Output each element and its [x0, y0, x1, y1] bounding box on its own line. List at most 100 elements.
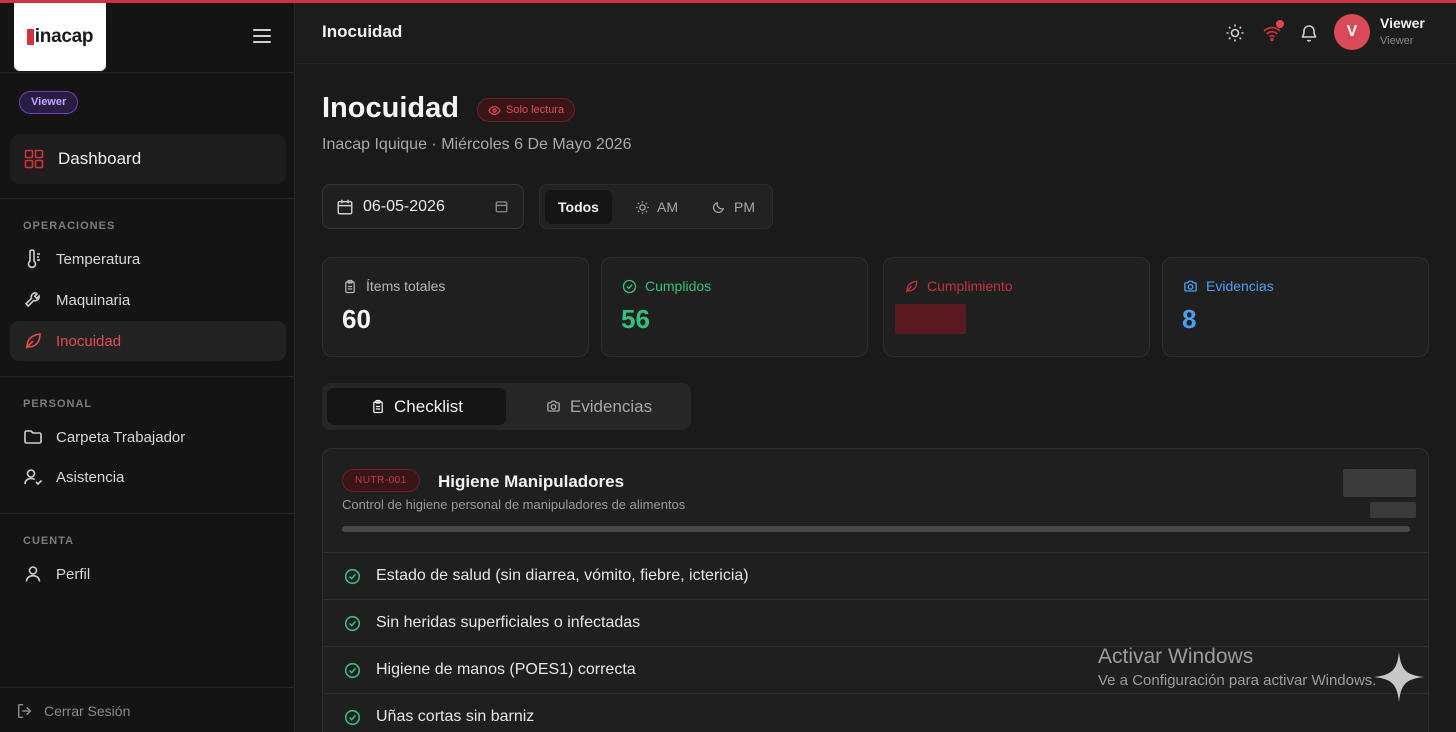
logo-text: inacap [34, 26, 94, 47]
sidebar-item-label: Temperatura [56, 250, 141, 268]
user-name: Viewer [1380, 15, 1425, 31]
shift-filter-label: AM [657, 199, 678, 215]
eye-icon [487, 103, 501, 117]
leaf-icon [23, 331, 43, 351]
folder-icon [23, 427, 43, 447]
section-title-operaciones: OPERACIONES [23, 220, 116, 232]
checklist-description: Control de higiene personal de manipulad… [342, 497, 686, 512]
redacted-score [1343, 469, 1416, 497]
stat-label-text: Ítems totales [366, 278, 446, 294]
sun-icon [634, 199, 650, 215]
stat-label: Cumplidos [621, 278, 711, 294]
checklist-item-label: Higiene de manos (POES1) correcta [376, 661, 636, 678]
header-title: Inocuidad [322, 22, 403, 41]
tab-label: Checklist [394, 396, 463, 416]
stat-value: 8 [1182, 304, 1197, 334]
shift-filter: Todos AM PM [539, 184, 773, 229]
logout-icon [15, 701, 35, 721]
menu-toggle-icon[interactable] [253, 29, 271, 43]
windows-activation-watermark: Activar Windows Ve a Configuración para … [1098, 645, 1376, 689]
sidebar-divider [0, 687, 295, 688]
watermark-title: Activar Windows [1098, 645, 1254, 668]
stat-label: Evidencias [1182, 278, 1274, 294]
page-subtitle: Inacap Iquique · Miércoles 6 De Mayo 202… [322, 136, 632, 153]
stat-card-cumplimiento: Cumplimiento [883, 257, 1150, 357]
stat-label-text: Cumplimiento [927, 278, 1013, 294]
stat-value: 60 [342, 304, 371, 334]
check-circle-icon [342, 613, 362, 633]
sidebar-item-maquinaria[interactable]: Maquinaria [10, 280, 286, 320]
sidebar-divider [0, 198, 295, 199]
sidebar-item-asistencia[interactable]: Asistencia [10, 457, 286, 497]
stat-card-items-totales: Ítems totales 60 [322, 257, 589, 357]
status-dot [1276, 20, 1284, 28]
camera-icon [1182, 278, 1198, 294]
sidebar-item-inocuidad[interactable]: Inocuidad [10, 321, 286, 361]
sidebar-item-dashboard[interactable]: Dashboard [10, 134, 286, 184]
shift-filter-label: Todos [558, 199, 599, 215]
thermometer-icon [23, 249, 43, 269]
date-picker-input[interactable]: 06-05-2026 [322, 184, 524, 229]
shift-filter-am[interactable]: AM [620, 190, 692, 224]
logout-button[interactable]: Cerrar Sesión [15, 701, 130, 721]
sparkle-icon[interactable] [1372, 650, 1426, 709]
sidebar-item-label: Maquinaria [56, 291, 131, 309]
user-icon [23, 564, 43, 584]
sidebar-item-label: Asistencia [56, 468, 125, 486]
section-title-personal: PERSONAL [23, 398, 93, 410]
checklist-progress-bar [342, 526, 1410, 532]
theme-toggle-sun-icon[interactable] [1224, 22, 1246, 44]
stat-label-text: Cumplidos [645, 278, 712, 294]
avatar[interactable]: V [1334, 14, 1370, 50]
role-badge: Viewer [19, 91, 79, 114]
shift-filter-pm[interactable]: PM [698, 190, 768, 224]
tab-evidencias[interactable]: Evidencias [512, 388, 686, 425]
sidebar: inacap Viewer Dashboard OPERACIONES Temp… [0, 0, 295, 732]
sidebar-item-carpeta-trabajador[interactable]: Carpeta Trabajador [10, 417, 286, 457]
sidebar-divider [0, 513, 295, 514]
stat-card-evidencias: Evidencias 8 [1162, 257, 1429, 357]
user-role: Viewer [1380, 35, 1414, 47]
checklist-item[interactable]: Sin heridas superficiales o infectadas [323, 599, 1428, 646]
checklist-title: Higiene Manipuladores [438, 472, 625, 491]
sidebar-item-label: Inocuidad [56, 332, 122, 350]
watermark-subtitle: Ve a Configuración para activar Windows. [1098, 672, 1377, 689]
content-tabs: Checklist Evidencias [322, 383, 691, 430]
grid-icon [24, 149, 44, 169]
sidebar-item-label: Dashboard [58, 149, 142, 168]
logout-label: Cerrar Sesión [44, 703, 131, 719]
sidebar-item-temperatura[interactable]: Temperatura [10, 239, 286, 279]
checklist-item-label: Uñas cortas sin barniz [376, 708, 535, 725]
clipboard-icon [370, 399, 386, 415]
calendar-picker-icon[interactable] [491, 197, 511, 217]
shift-filter-label: PM [734, 199, 755, 215]
checklist-card: NUTR-001 Higiene Manipuladores Control d… [322, 448, 1429, 732]
camera-icon [546, 399, 562, 415]
logo-wordmark: inacap [26, 26, 94, 48]
bell-icon[interactable] [1298, 22, 1320, 44]
date-value: 06-05-2026 [363, 197, 445, 215]
connection-status-wifi-icon[interactable] [1261, 20, 1284, 44]
inacap-logo[interactable]: inacap [14, 3, 106, 71]
checklist-item[interactable]: Uñas cortas sin barniz [323, 693, 1428, 732]
stat-label: Cumplimiento [903, 278, 1013, 294]
clipboard-icon [342, 278, 358, 294]
stat-value: 56 [621, 304, 650, 334]
check-circle-icon [342, 707, 362, 727]
progress-fill [342, 526, 1410, 532]
check-circle-icon [342, 566, 362, 586]
top-header: Inocuidad V Viewer Viewer [295, 3, 1456, 64]
sidebar-item-label: Perfil [56, 565, 91, 583]
stat-label: Ítems totales [342, 278, 445, 294]
sidebar-item-perfil[interactable]: Perfil [10, 554, 286, 594]
checklist-item[interactable]: Estado de salud (sin diarrea, vómito, fi… [323, 552, 1428, 599]
check-circle-icon [342, 660, 362, 680]
sidebar-divider [0, 72, 295, 73]
sidebar-divider [0, 376, 295, 377]
stat-card-cumplidos: Cumplidos 56 [601, 257, 868, 357]
stat-label-text: Evidencias [1206, 278, 1274, 294]
tab-checklist[interactable]: Checklist [327, 388, 506, 425]
shift-filter-todos[interactable]: Todos [545, 190, 612, 224]
readonly-label: Solo lectura [506, 104, 565, 116]
redacted-score-sub [1370, 502, 1416, 518]
